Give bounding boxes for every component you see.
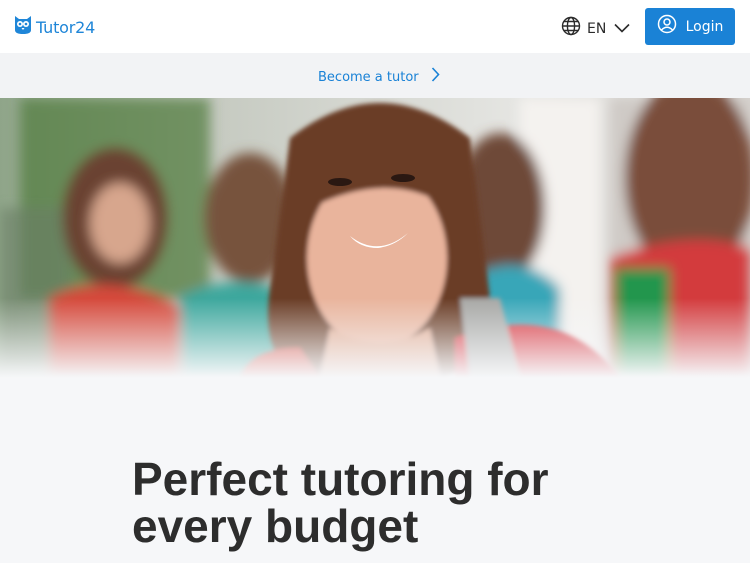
user-circle-icon [657, 14, 677, 39]
hero-image [0, 98, 750, 378]
chevron-down-icon [614, 20, 630, 38]
top-header: Tutor24 EN Login [0, 0, 750, 53]
brand-name: Tutor24 [36, 18, 96, 37]
become-tutor-link[interactable]: Become a tutor [318, 67, 440, 87]
language-selector[interactable]: EN [561, 16, 630, 41]
chevron-right-icon [431, 67, 440, 87]
language-label: EN [587, 20, 607, 37]
login-button[interactable]: Login [645, 8, 735, 45]
owl-logo-icon [14, 15, 32, 40]
become-tutor-label: Become a tutor [318, 69, 419, 85]
hero-headline: Perfect tutoring for every budget [132, 456, 732, 550]
become-tutor-bar: Become a tutor [0, 53, 750, 98]
globe-icon [561, 16, 581, 41]
hero-photo [0, 98, 750, 378]
headline-line-1: Perfect tutoring for [132, 453, 549, 505]
login-label: Login [685, 18, 724, 35]
brand-logo[interactable]: Tutor24 [14, 15, 95, 40]
headline-line-2: every budget [132, 500, 419, 552]
